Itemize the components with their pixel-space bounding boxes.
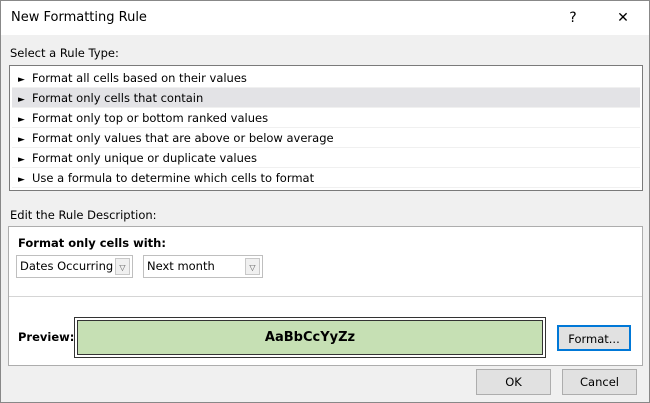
- rule-type-label: Format only top or bottom ranked values: [32, 111, 269, 125]
- rule-type-label: Format only unique or duplicate values: [32, 151, 257, 165]
- rule-type-item[interactable]: ► Format only top or bottom ranked values: [12, 108, 640, 128]
- condition-dropdown[interactable]: Dates Occurring ▽: [16, 255, 133, 278]
- rule-description-panel: Format only cells with: Dates Occurring …: [8, 226, 643, 366]
- chevron-down-icon[interactable]: ▽: [115, 258, 130, 275]
- rule-type-label: Format all cells based on their values: [32, 71, 247, 85]
- new-formatting-rule-dialog: New Formatting Rule ? ✕ Select a Rule Ty…: [0, 0, 650, 403]
- arrow-right-icon: ►: [18, 175, 25, 185]
- preview-label: Preview:: [18, 330, 75, 344]
- rule-type-item[interactable]: ► Format only cells that contain: [12, 88, 640, 108]
- close-button[interactable]: ✕: [603, 5, 643, 31]
- cancel-button[interactable]: Cancel: [562, 369, 637, 395]
- chevron-down-icon[interactable]: ▽: [245, 258, 260, 275]
- rule-type-item[interactable]: ► Format all cells based on their values: [12, 68, 640, 88]
- description-label: Edit the Rule Description:: [10, 208, 157, 222]
- help-button[interactable]: ?: [553, 5, 593, 31]
- preview-sample: AaBbCcYyZz: [77, 320, 543, 355]
- arrow-right-icon: ►: [18, 95, 25, 105]
- format-button[interactable]: Format...: [557, 325, 631, 351]
- period-value: Next month: [147, 259, 215, 273]
- divider: [9, 296, 642, 297]
- condition-value: Dates Occurring: [20, 259, 114, 273]
- dialog-title: New Formatting Rule: [11, 10, 147, 25]
- rule-type-label: Select a Rule Type:: [10, 46, 119, 60]
- format-only-label: Format only cells with:: [18, 236, 166, 250]
- arrow-right-icon: ►: [18, 155, 25, 165]
- arrow-right-icon: ►: [18, 115, 25, 125]
- preview-box: AaBbCcYyZz: [74, 317, 546, 358]
- rule-type-label: Format only cells that contain: [32, 91, 204, 105]
- arrow-right-icon: ►: [18, 75, 25, 85]
- rule-type-list[interactable]: ► Format all cells based on their values ►…: [9, 65, 643, 191]
- rule-type-item[interactable]: ► Format only values that are above or be…: [12, 128, 640, 148]
- arrow-right-icon: ►: [18, 135, 25, 145]
- rule-type-item[interactable]: ► Use a formula to determine which cells …: [12, 168, 640, 188]
- rule-type-label: Use a formula to determine which cells t…: [32, 171, 315, 185]
- ok-button[interactable]: OK: [476, 369, 551, 395]
- period-dropdown[interactable]: Next month ▽: [143, 255, 263, 278]
- rule-type-item[interactable]: ► Format only unique or duplicate values: [12, 148, 640, 168]
- title-bar: New Formatting Rule ? ✕: [1, 1, 649, 35]
- rule-type-label: Format only values that are above or bel…: [32, 131, 334, 145]
